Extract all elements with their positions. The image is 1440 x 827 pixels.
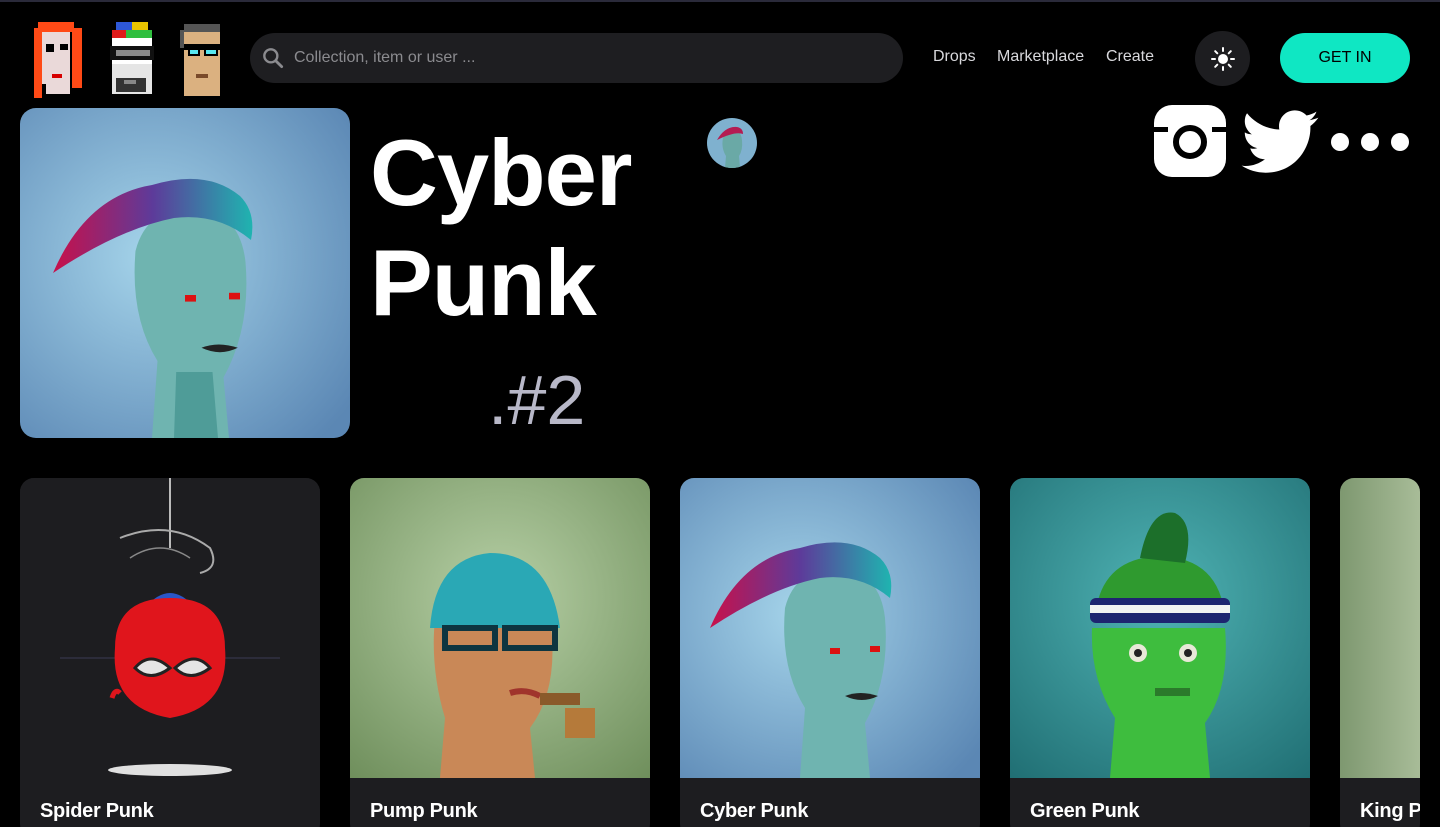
nav-marketplace[interactable]: Marketplace xyxy=(997,48,1084,66)
avatar-image xyxy=(707,118,757,168)
punk-avatar-propeller-cap-icon xyxy=(110,18,154,94)
get-in-button[interactable]: GET IN xyxy=(1280,33,1410,83)
nft-card[interactable]: Spider Punk xyxy=(20,478,320,827)
nft-card[interactable]: Green Punk xyxy=(1010,478,1310,827)
twitter-icon[interactable] xyxy=(1241,110,1319,174)
card-title: King Punk xyxy=(1360,800,1420,822)
card-title: Spider Punk xyxy=(40,800,154,822)
king-punk-image xyxy=(1340,478,1420,778)
nft-card[interactable]: Cyber Punk xyxy=(680,478,980,827)
nav-drops[interactable]: Drops xyxy=(933,48,976,66)
card-title: Pump Punk xyxy=(370,800,478,822)
cyber-punk-image xyxy=(680,478,980,778)
card-title: Cyber Punk xyxy=(700,800,809,822)
nft-card[interactable]: King Punk xyxy=(1340,478,1420,827)
sun-icon xyxy=(1210,46,1235,71)
hero-artwork[interactable] xyxy=(20,108,350,438)
nft-card[interactable]: Pump Punk xyxy=(350,478,650,827)
search-bar[interactable] xyxy=(250,33,903,83)
top-border xyxy=(0,0,1440,2)
green-punk-image xyxy=(1010,478,1310,778)
punks-logo[interactable] xyxy=(30,18,232,98)
card-title: Green Punk xyxy=(1030,800,1140,822)
title-line-2: Punk xyxy=(370,230,597,335)
search-input[interactable] xyxy=(294,49,854,67)
pump-punk-image xyxy=(350,478,650,778)
punk-avatar-glasses-icon xyxy=(180,24,228,96)
collection-title: Cyber Punk xyxy=(370,118,690,338)
search-icon xyxy=(263,48,284,69)
creator-avatar[interactable] xyxy=(707,118,757,168)
theme-toggle-button[interactable] xyxy=(1195,31,1250,86)
punk-avatar-red-hair-icon xyxy=(34,22,82,98)
title-line-1: Cyber xyxy=(370,120,632,225)
spider-punk-image xyxy=(20,478,320,778)
more-icon[interactable] xyxy=(1330,130,1410,154)
nav-create[interactable]: Create xyxy=(1106,48,1154,66)
token-id: .#2 xyxy=(488,361,586,439)
cyber-punk-artwork-image xyxy=(20,108,350,438)
instagram-icon[interactable] xyxy=(1154,105,1226,177)
